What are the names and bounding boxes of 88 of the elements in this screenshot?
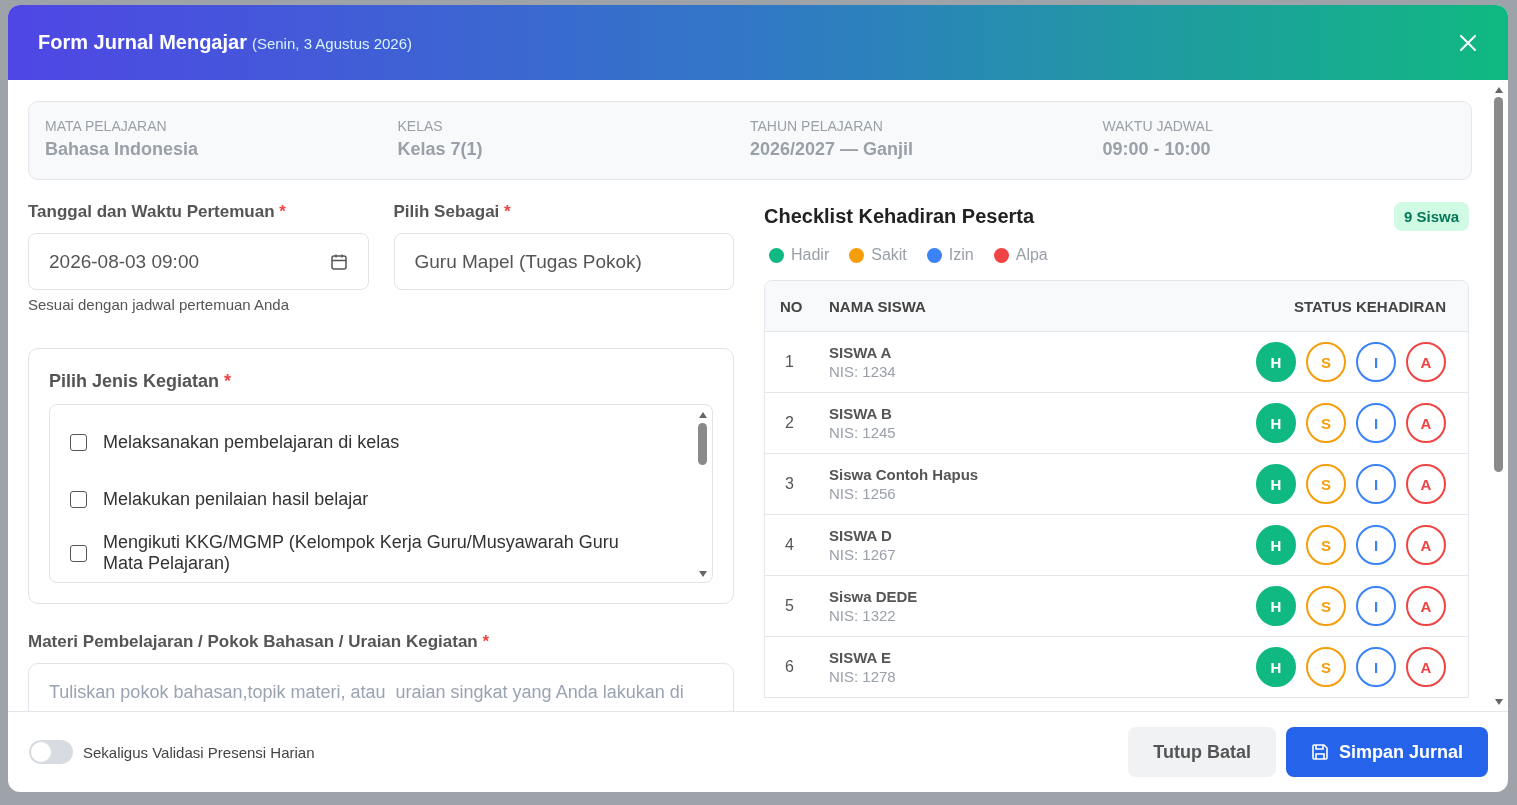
status-option[interactable]: A (1406, 464, 1446, 504)
student-id: NIS: 1322 (829, 607, 897, 624)
count-badge: 9 Siswa (1393, 202, 1469, 231)
save-icon (1310, 743, 1329, 761)
legend-label: Izin (948, 246, 974, 264)
field-label: Tanggal dan Waktu Pertemuan * (28, 202, 287, 222)
legend-label: Hadir (791, 246, 830, 264)
student-name: Siswa Contoh Hapus (829, 466, 980, 483)
status-option[interactable]: S (1306, 403, 1346, 443)
student-name: Siswa DEDE (829, 588, 919, 605)
status-option[interactable]: I (1356, 464, 1396, 504)
info-value: Bahasa Indonesia (45, 139, 200, 160)
info-value: Kelas 7(1) (397, 139, 484, 160)
scroll-thumb[interactable] (1494, 97, 1503, 472)
status-option[interactable]: H (1256, 403, 1296, 443)
status-option[interactable]: I (1356, 403, 1396, 443)
dialog-title: Form Jurnal Mengajar (38, 31, 247, 53)
date-field[interactable]: 2026-08-03 09:00 (28, 233, 369, 290)
status-option[interactable]: A (1406, 342, 1446, 382)
activity-label: Mengikuti KKG/MGMP (Kelompok Kerja Guru/Musyawarah Guru Mata Pelajaran) (103, 532, 620, 574)
status-option[interactable]: H (1256, 342, 1296, 382)
toggle-label: Sekaligus Validasi Presensi Harian (83, 743, 315, 761)
info-value: 09:00 - 10:00 (1102, 139, 1212, 160)
row-number: 3 (784, 475, 795, 493)
activity-label: Melaksanakan pembelajaran di kelas (103, 432, 400, 453)
status-option[interactable]: S (1306, 647, 1346, 687)
row-number: 4 (784, 536, 795, 554)
student-id: NIS: 1245 (829, 424, 897, 441)
dialog-date: (Senin, 3 Agustus 2026) (251, 35, 413, 52)
student-id: NIS: 1256 (829, 485, 897, 502)
info-label: WAKTU JADWAL (1102, 118, 1214, 134)
info-value: 2026/2027 — Ganjil (750, 139, 915, 160)
scroll-up-icon[interactable] (697, 411, 708, 419)
field-label: Pilih Sebagai * (393, 202, 512, 222)
toggle-switch[interactable] (29, 740, 73, 764)
student-name: SISWA B (829, 405, 893, 422)
legend-label: Alpa (1015, 246, 1048, 264)
status-option[interactable]: S (1306, 586, 1346, 626)
close-icon (1458, 32, 1478, 53)
status-option[interactable]: H (1256, 586, 1296, 626)
student-name: SISWA E (829, 649, 892, 666)
scroll-thumb[interactable] (698, 423, 707, 465)
status-option[interactable]: S (1306, 342, 1346, 382)
section-label: Pilih Jenis Kegiatan * (49, 371, 233, 392)
scroll-down-icon[interactable] (1493, 698, 1504, 706)
field-label: Materi Pembelajaran / Pokok Bahasan / Uraian Kegiatan * (28, 632, 491, 652)
status-option[interactable]: A (1406, 525, 1446, 565)
status-option[interactable]: I (1356, 525, 1396, 565)
close-button[interactable] (1458, 32, 1478, 53)
status-option[interactable]: I (1356, 342, 1396, 382)
status-option[interactable]: I (1356, 647, 1396, 687)
row-number: 6 (784, 658, 795, 676)
scroll-down-icon[interactable] (697, 570, 708, 578)
checkbox[interactable] (70, 544, 87, 562)
calendar-icon (329, 252, 348, 271)
scroll-up-icon[interactable] (1493, 86, 1504, 94)
row-number: 5 (784, 597, 795, 615)
status-option[interactable]: S (1306, 525, 1346, 565)
column-header: NO (779, 297, 804, 315)
student-id: NIS: 1278 (829, 668, 897, 685)
status-option[interactable]: H (1256, 525, 1296, 565)
info-label: TAHUN PELAJARAN (750, 118, 884, 134)
row-number: 1 (784, 353, 795, 371)
student-name: SISWA D (829, 527, 893, 544)
legend-label: Sakit (871, 246, 907, 264)
activity-label: Melakukan penilaian hasil belajar (103, 489, 369, 510)
status-option[interactable]: H (1256, 464, 1296, 504)
status-option[interactable]: I (1356, 586, 1396, 626)
status-option[interactable]: H (1256, 647, 1296, 687)
cancel-button[interactable]: Tutup Batal (1128, 727, 1276, 777)
info-label: KELAS (397, 118, 444, 134)
field-hint: Sesuai dengan jadwal pertemuan Anda (28, 296, 291, 313)
status-option[interactable]: S (1306, 464, 1346, 504)
save-button[interactable]: Simpan Jurnal (1285, 727, 1488, 777)
status-option[interactable]: A (1406, 403, 1446, 443)
column-header: NAMA SISWA (828, 297, 927, 315)
status-option[interactable]: A (1406, 647, 1446, 687)
column-header: STATUS KEHADIRAN (1294, 297, 1447, 315)
info-label: MATA PELAJARAN (45, 118, 168, 134)
checkbox[interactable] (70, 491, 87, 508)
row-number: 2 (784, 414, 795, 432)
student-name: SISWA A (829, 344, 893, 361)
section-title: Checklist Kehadiran Peserta (764, 205, 1035, 228)
student-id: NIS: 1234 (829, 363, 897, 380)
role-select[interactable]: Guru Mapel (Tugas Pokok) (393, 233, 734, 290)
status-option[interactable]: A (1406, 586, 1446, 626)
checkbox[interactable] (70, 434, 87, 451)
student-id: NIS: 1267 (829, 546, 897, 563)
